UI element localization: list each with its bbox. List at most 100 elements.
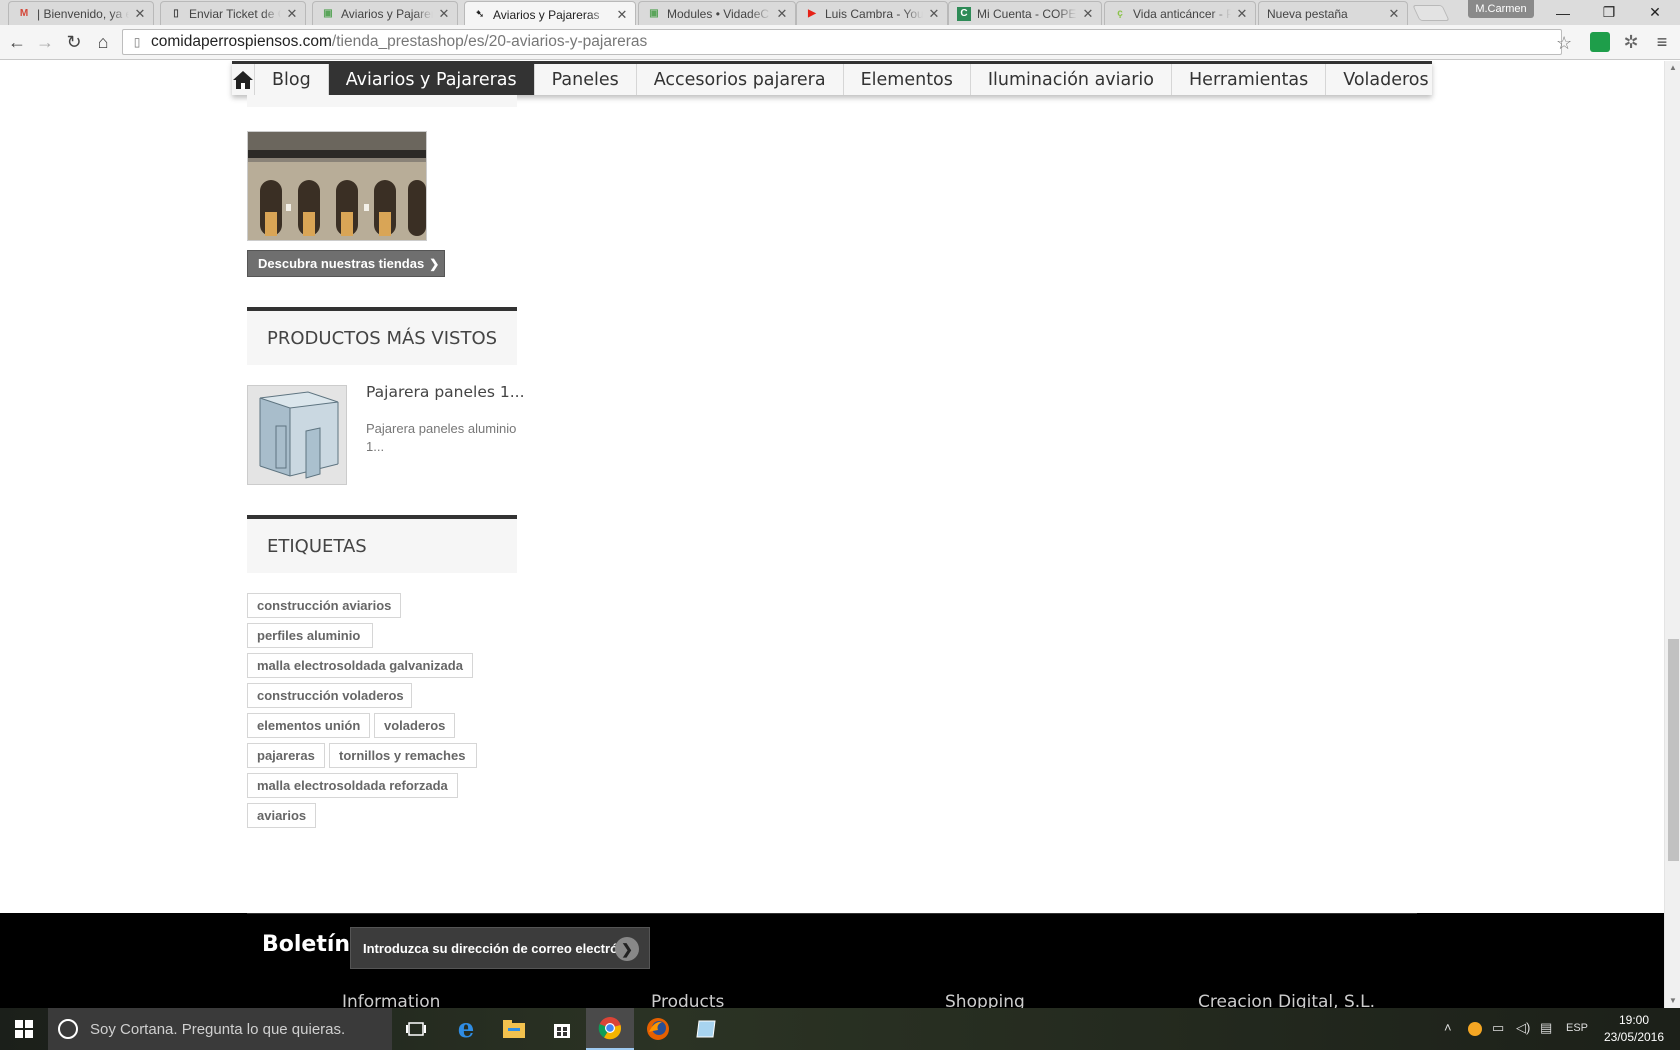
windows-taskbar: Soy Cortana. Pregunta lo que quieras. e …	[0, 1008, 1680, 1050]
page-scrollbar[interactable]: ▲ ▼	[1664, 61, 1680, 1008]
browser-tab-gmail[interactable]: M | Bienvenido, ya era ✕	[8, 1, 154, 25]
restore-icon[interactable]: ❐	[1586, 0, 1632, 25]
tray-chevron-icon[interactable]: ˄	[1444, 1020, 1452, 1035]
browser-tab-ticket[interactable]: ▯ Enviar Ticket de Co ✕	[160, 1, 306, 25]
close-window-icon[interactable]: ✕	[1632, 0, 1678, 25]
menu-item-elementos[interactable]: Elementos	[844, 64, 971, 95]
address-bar[interactable]: ▯ comidaperrospiensos.com/tienda_prestas…	[122, 29, 1562, 55]
tag-tornillos-remaches[interactable]: tornillos y remaches	[329, 743, 477, 768]
close-icon[interactable]: ✕	[437, 6, 451, 22]
chrome-icon[interactable]	[586, 1008, 634, 1050]
close-icon[interactable]: ✕	[285, 6, 299, 22]
discover-stores-label: Descubra nuestras tiendas	[258, 256, 425, 271]
menu-item-blog[interactable]: Blog	[255, 64, 329, 95]
browser-tab-aviarios-active[interactable]: ➷ Aviarios y Pajareras ✕	[464, 1, 636, 25]
language-indicator[interactable]: ESP	[1566, 1022, 1588, 1034]
browser-tab-modules[interactable]: ▣ Modules • VidadeC ✕	[638, 1, 796, 25]
menu-icon[interactable]: ≡	[1652, 32, 1672, 52]
close-icon[interactable]: ✕	[133, 6, 147, 22]
home-icon[interactable]: ⌂	[92, 31, 114, 53]
tag-pajareras[interactable]: pajareras	[247, 743, 325, 768]
footer: Boletín Introduzca su dirección de corre…	[0, 913, 1664, 1008]
footer-column-products: Products	[651, 992, 725, 1008]
scroll-up-icon[interactable]: ▲	[1665, 61, 1680, 75]
tag-malla-reforzada[interactable]: malla electrosoldada reforzada	[247, 773, 458, 798]
clock-date: 23/05/2016	[1603, 1030, 1665, 1044]
profile-button[interactable]: M.Carmen	[1468, 0, 1534, 18]
minimize-icon[interactable]: —	[1540, 0, 1586, 25]
url-path: /tienda_prestashop/es/20-aviarios-y-paja…	[331, 33, 648, 50]
task-view-icon[interactable]	[392, 1008, 440, 1050]
bookmark-star-icon[interactable]: ☆	[1556, 33, 1572, 54]
menu-item-paneles[interactable]: Paneles	[535, 64, 637, 95]
close-icon[interactable]: ✕	[775, 6, 789, 22]
volume-icon[interactable]: ◁)	[1516, 1020, 1530, 1036]
product-name-link[interactable]: Pajarera paneles 1...	[366, 383, 525, 401]
close-icon[interactable]: ✕	[615, 7, 629, 23]
image-icon: ▣	[649, 8, 659, 19]
file-explorer-icon[interactable]	[490, 1008, 538, 1050]
tag-malla-galvanizada[interactable]: malla electrosoldada galvanizada	[247, 653, 473, 678]
browser-tab-copel[interactable]: C Mi Cuenta - COPEL ✕	[948, 1, 1102, 25]
browser-tab-new[interactable]: Nueva pestaña ✕	[1258, 1, 1408, 25]
url-host: comidaperrospiensos.com	[151, 33, 332, 50]
cortana-icon	[58, 1019, 78, 1039]
page-viewport: Blog Aviarios y Pajareras Paneles Acceso…	[0, 61, 1664, 1008]
extension-sync-icon[interactable]	[1590, 32, 1610, 52]
store-image[interactable]	[247, 131, 427, 241]
store-facade-image	[248, 132, 426, 240]
notifications-icon[interactable]: ▤	[1540, 1020, 1552, 1036]
store-icon[interactable]	[538, 1008, 586, 1050]
menu-item-herramientas[interactable]: Herramientas	[1172, 64, 1327, 95]
forward-icon[interactable]: →	[34, 31, 56, 53]
newsletter-email-input[interactable]: Introduzca su dirección de correo electr…	[350, 927, 650, 969]
back-icon[interactable]: ←	[6, 31, 28, 53]
product-thumbnail[interactable]	[247, 385, 347, 485]
scroll-down-icon[interactable]: ▼	[1665, 994, 1680, 1008]
cortana-search-box[interactable]: Soy Cortana. Pregunta lo que quieras.	[48, 1008, 392, 1050]
menu-home[interactable]	[232, 64, 255, 95]
browser-tab-vida[interactable]: ç Vida anticáncer - P ✕	[1104, 1, 1256, 25]
clock-time: 19:00	[1618, 1013, 1650, 1027]
tag-elementos-union[interactable]: elementos unión	[247, 713, 370, 738]
tab-title: | Bienvenido, ya era	[37, 6, 129, 21]
close-icon[interactable]: ✕	[1081, 6, 1095, 22]
start-button[interactable]	[0, 1008, 48, 1050]
close-icon[interactable]: ✕	[927, 6, 941, 22]
menu-item-aviarios[interactable]: Aviarios y Pajareras	[328, 64, 535, 95]
menu-item-iluminacion[interactable]: Iluminación aviario	[971, 64, 1173, 95]
menu-item-accesorios[interactable]: Accesorios pajarera	[637, 64, 844, 95]
browser-tab-youtube[interactable]: ▶ Luis Cambra - YouT ✕	[796, 1, 948, 25]
scrollbar-thumb[interactable]	[1668, 639, 1679, 861]
firefox-icon[interactable]	[634, 1008, 682, 1050]
tab-title: Vida anticáncer - P	[1133, 6, 1231, 21]
clock[interactable]: 19:00 23/05/2016	[1596, 1012, 1672, 1046]
tab-title: Aviarios y Pajareras	[341, 6, 433, 21]
leaf-icon: ç	[1117, 8, 1123, 19]
footer-divider	[247, 913, 1417, 914]
aviary-product-image	[248, 386, 346, 484]
tag-perfiles-aluminio[interactable]: perfiles aluminio	[247, 623, 373, 648]
newsletter-submit-icon[interactable]: ❯	[615, 937, 639, 961]
network-icon[interactable]: ▭	[1492, 1020, 1504, 1036]
tray-app-icon[interactable]	[1468, 1022, 1482, 1036]
menu-item-voladeros[interactable]: Voladeros	[1326, 64, 1445, 95]
discover-stores-button[interactable]: Descubra nuestras tiendas ❯	[247, 250, 445, 277]
tag-construccion-voladeros[interactable]: construcción voladeros	[247, 683, 412, 708]
notes-app-icon[interactable]	[682, 1008, 730, 1050]
youtube-icon: ▶	[808, 8, 816, 19]
most-viewed-title: PRODUCTOS MÁS VISTOS	[247, 307, 517, 365]
new-tab-button[interactable]	[1412, 5, 1450, 21]
close-icon[interactable]: ✕	[1387, 6, 1401, 22]
edge-icon[interactable]: e	[442, 1008, 490, 1050]
tag-aviarios[interactable]: aviarios	[247, 803, 316, 828]
tag-construccion-aviarios[interactable]: construcción aviarios	[247, 593, 401, 618]
close-icon[interactable]: ✕	[1235, 6, 1249, 22]
tab-title: Enviar Ticket de Co	[189, 6, 281, 21]
footer-column-shopping: Shopping	[945, 992, 1025, 1008]
extension-gear-icon[interactable]: ✲	[1621, 32, 1641, 52]
browser-toolbar: ← → ↻ ⌂ ▯ comidaperrospiensos.com/tienda…	[0, 25, 1680, 60]
browser-tab-aviarios-1[interactable]: ▣ Aviarios y Pajareras ✕	[312, 1, 458, 25]
reload-icon[interactable]: ↻	[63, 31, 85, 53]
tag-voladeros[interactable]: voladeros	[374, 713, 455, 738]
